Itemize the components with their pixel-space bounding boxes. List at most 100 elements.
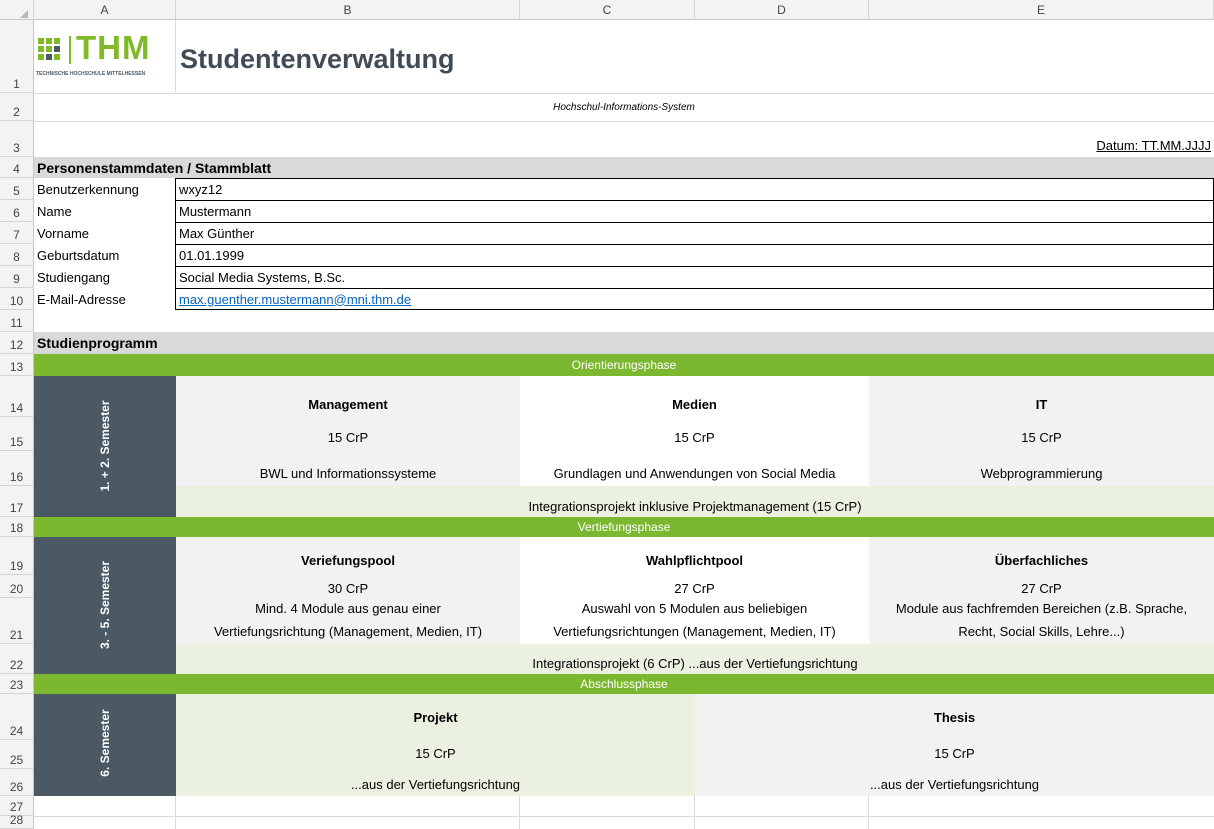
row-header-1[interactable]: 1	[0, 20, 34, 93]
gridline	[34, 816, 1214, 817]
row-header-22[interactable]: 22	[0, 644, 34, 674]
page-title: Studentenverwaltung	[180, 44, 455, 74]
semester-label-6: 6. Semester	[34, 694, 176, 796]
module-thesis: Thesis 15 CrP ...aus der Vertiefungsrich…	[695, 694, 1214, 796]
row-header-7[interactable]: 7	[0, 222, 34, 244]
module-desc: Grundlagen und Anwendungen von Social Me…	[553, 465, 836, 481]
module-desc: Vertiefungsrichtung (Management, Medien,…	[213, 623, 483, 639]
date-label[interactable]: Datum: TT.MM.JJJJ	[1000, 121, 1214, 157]
module-credits: 15 CrP	[674, 429, 715, 445]
field-value-benutzerkennung[interactable]: wxyz12	[175, 178, 1214, 201]
module-name: Überfachliches	[994, 552, 1089, 568]
field-value-vorname[interactable]: Max Günther	[175, 222, 1214, 245]
row-header-8[interactable]: 8	[0, 244, 34, 266]
semester-text: 3. - 5. Semester	[98, 560, 112, 650]
gridline	[694, 796, 695, 829]
row-header-5[interactable]: 5	[0, 178, 34, 200]
row-header-3[interactable]: 3	[0, 121, 34, 157]
logo-subtitle: TECHNISCHE HOCHSCHULE MITTELHESSEN	[36, 71, 146, 77]
row-header-10[interactable]: 10	[0, 288, 34, 310]
personal-data-table: Benutzerkennung wxyz12 Name Mustermann V…	[34, 178, 1214, 310]
module-desc: Mind. 4 Module aus genau einer	[255, 600, 441, 616]
module-name: Management	[308, 396, 388, 412]
field-label-benutzerkennung: Benutzerkennung	[37, 181, 139, 197]
row-header-2[interactable]: 2	[0, 93, 34, 121]
row-header-25[interactable]: 25	[0, 740, 34, 769]
logo-divider	[69, 36, 71, 64]
row-header-28[interactable]: 28	[0, 813, 34, 829]
module-credits: 15 CrP	[934, 745, 975, 761]
row-header-18[interactable]: 18	[0, 517, 34, 537]
module-it: IT 15 CrP Webprogrammierung	[869, 376, 1214, 486]
module-desc: ...aus der Vertiefungsrichtung	[869, 776, 1040, 792]
phase-orientierung-band: Orientierungsphase	[34, 354, 1214, 376]
module-credits: 15 CrP	[415, 745, 456, 761]
module-desc: Recht, Social Skills, Lehre...)	[958, 623, 1125, 639]
row-header-9[interactable]: 9	[0, 266, 34, 288]
row-header-11[interactable]: 11	[0, 310, 34, 332]
row-header-15[interactable]: 15	[0, 417, 34, 451]
gridline	[175, 20, 176, 93]
row-header-19[interactable]: 19	[0, 537, 34, 575]
row-header-4[interactable]: 4	[0, 157, 34, 178]
field-value-email[interactable]: max.guenther.mustermann@mni.thm.de	[175, 288, 1214, 310]
module-credits: 27 CrP	[674, 580, 715, 596]
module-desc: ...aus der Vertiefungsrichtung	[350, 776, 521, 792]
thm-grid-icon	[38, 38, 60, 60]
module-desc: Module aus fachfremden Bereichen (z.B. S…	[895, 600, 1188, 616]
module-projekt: Projekt 15 CrP ...aus der Vertiefungsric…	[176, 694, 695, 796]
gridline	[868, 796, 869, 829]
row-header-14[interactable]: 14	[0, 376, 34, 417]
module-name: IT	[1035, 396, 1048, 412]
field-label-studiengang: Studiengang	[37, 269, 111, 285]
field-value-studiengang[interactable]: Social Media Systems, B.Sc.	[175, 266, 1214, 289]
module-name: Projekt	[413, 709, 458, 725]
row-header-20[interactable]: 20	[0, 575, 34, 598]
row-header-17[interactable]: 17	[0, 486, 34, 517]
module-name: Wahlpflichtpool	[646, 552, 743, 568]
module-credits: 27 CrP	[1021, 580, 1062, 596]
semester-text: 1. + 2. Semester	[98, 400, 112, 492]
column-header-e[interactable]: E	[869, 0, 1214, 20]
module-credits: 15 CrP	[1021, 429, 1062, 445]
field-label-vorname: Vorname	[37, 225, 90, 241]
module-vertiefungspool: Veriefungspool 30 CrP Mind. 4 Module aus…	[176, 537, 520, 644]
semester-text: 6. Semester	[98, 709, 112, 777]
row-header-12[interactable]: 12	[0, 332, 34, 354]
module-name: Thesis	[933, 709, 976, 725]
personal-data-header: Personenstammdaten / Stammblatt	[34, 157, 1214, 178]
column-header-a[interactable]: A	[34, 0, 176, 20]
integration-project-1: Integrationsprojekt inklusive Projektman…	[176, 486, 1214, 517]
field-value-geburtsdatum[interactable]: 01.01.1999	[175, 244, 1214, 267]
column-header-b[interactable]: B	[176, 0, 520, 20]
column-header-d[interactable]: D	[695, 0, 869, 20]
row-header-21[interactable]: 21	[0, 598, 34, 644]
gridline	[175, 796, 176, 829]
module-medien: Medien 15 CrP Grundlagen und Anwendungen…	[520, 376, 869, 486]
row-header-6[interactable]: 6	[0, 200, 34, 222]
select-all-corner[interactable]	[0, 0, 34, 20]
module-management: Management 15 CrP BWL und Informationssy…	[176, 376, 520, 486]
module-desc: Vertiefungsrichtungen (Management, Medie…	[553, 623, 836, 639]
phase-abschluss-band: Abschlussphase	[34, 674, 1214, 694]
gridline	[519, 796, 520, 829]
module-desc: BWL und Informationssysteme	[259, 465, 437, 481]
row-header-16[interactable]: 16	[0, 451, 34, 486]
row-header-26[interactable]: 26	[0, 769, 34, 796]
row-header-24[interactable]: 24	[0, 694, 34, 740]
phase-vertiefung-band: Vertiefungsphase	[34, 517, 1214, 537]
field-value-name[interactable]: Mustermann	[175, 200, 1214, 223]
field-label-geburtsdatum: Geburtsdatum	[37, 247, 120, 263]
row-header-13[interactable]: 13	[0, 354, 34, 376]
column-header-c[interactable]: C	[520, 0, 695, 20]
module-wahlpflichtpool: Wahlpflichtpool 27 CrP Auswahl von 5 Mod…	[520, 537, 869, 644]
module-desc: Webprogrammierung	[980, 465, 1103, 481]
thm-logo: THM TECHNISCHE HOCHSCHULE MITTELHESSEN	[36, 29, 174, 88]
module-ueberfachliches: Überfachliches 27 CrP Module aus fachfre…	[869, 537, 1214, 644]
module-credits: 15 CrP	[327, 429, 369, 445]
program-header: Studienprogramm	[34, 332, 1214, 354]
system-subtitle: Hochschul-Informations-System	[553, 101, 695, 113]
row-header-23[interactable]: 23	[0, 674, 34, 694]
email-link[interactable]: max.guenther.mustermann@mni.thm.de	[179, 292, 411, 307]
module-name: Veriefungspool	[301, 552, 395, 568]
